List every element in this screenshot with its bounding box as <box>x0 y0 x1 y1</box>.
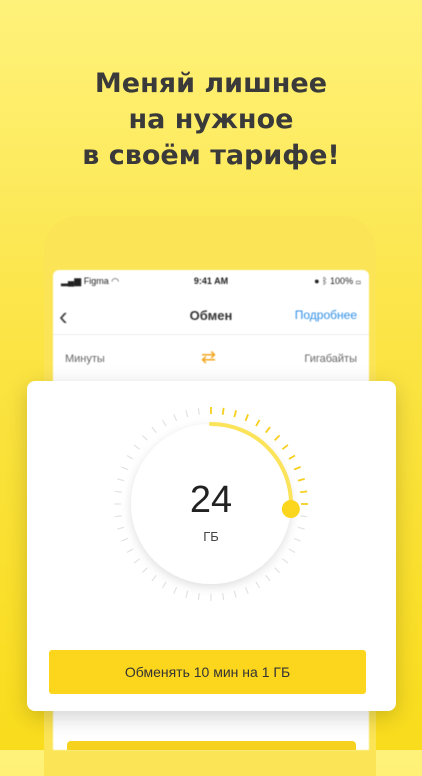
dial-tick <box>222 593 225 601</box>
dial-tick <box>274 434 281 441</box>
amount-unit: ГБ <box>203 529 219 544</box>
dial-tick <box>255 419 261 427</box>
status-right: ● ᛒ 100% ▭ <box>314 276 361 286</box>
promo-headline: Меняй лишнее на нужное в своём тарифе! <box>0 66 422 174</box>
dial-tick <box>161 419 167 427</box>
headline-line-2: на нужное <box>128 104 294 135</box>
dial-tick <box>141 434 148 441</box>
dial-tick <box>126 548 134 554</box>
dial-tick <box>151 575 157 582</box>
dial-tick <box>185 590 189 598</box>
swap-icon[interactable]: ⇄ <box>201 347 216 368</box>
bluetooth-icon: ᛒ <box>322 276 328 286</box>
amount-value: 24 <box>189 479 233 521</box>
dial-tick <box>288 454 296 460</box>
headline-line-3: в своём тарифе! <box>82 140 340 171</box>
exchange-button[interactable]: Обменять 10 мин на 1 ГБ <box>49 650 366 694</box>
dial-tick <box>244 414 249 422</box>
dial-tick <box>265 575 271 582</box>
details-link[interactable]: Подробнее <box>295 308 357 322</box>
dial-tick <box>233 410 237 418</box>
dial-tick <box>197 593 200 601</box>
dial-tick <box>141 567 148 574</box>
exchange-direction-row: Минуты ⇄ Гигабайты <box>53 344 369 374</box>
dial-tick <box>121 466 129 471</box>
dial-tick <box>173 586 178 594</box>
navigation-bar: ‹ Обмен Подробнее <box>53 300 369 335</box>
dial-tick <box>293 466 301 471</box>
dial-tick <box>133 444 140 450</box>
from-minutes-label: Минуты <box>65 353 105 365</box>
dial-tick <box>255 581 261 589</box>
to-gigabytes-label: Гигабайты <box>304 353 357 365</box>
dial-tick <box>282 558 289 564</box>
dial-tick <box>221 407 225 415</box>
headline-line-1: Меняй лишнее <box>94 68 328 99</box>
alarm-icon: ● <box>314 276 320 286</box>
dial-tick <box>151 426 157 433</box>
battery-percent: 100% <box>330 276 354 286</box>
next-button-edge <box>67 741 356 750</box>
dial-tick <box>274 567 281 574</box>
dial-tick <box>126 454 134 460</box>
dial-tick <box>197 407 200 415</box>
dial-tick <box>281 444 289 450</box>
dial-tick <box>161 581 167 589</box>
status-bar: ▂▄▆ Figma ◠ 9:41 AM ● ᛒ 100% ▭ <box>53 270 369 292</box>
dial-tick <box>133 558 140 564</box>
dial-tick <box>185 410 189 418</box>
dial-tick <box>265 426 271 434</box>
dial-tick <box>173 414 178 422</box>
dial-tick <box>233 590 237 598</box>
dial-tick <box>244 586 249 594</box>
dial-tick <box>288 548 296 554</box>
battery-icon: ▭ <box>355 276 361 286</box>
